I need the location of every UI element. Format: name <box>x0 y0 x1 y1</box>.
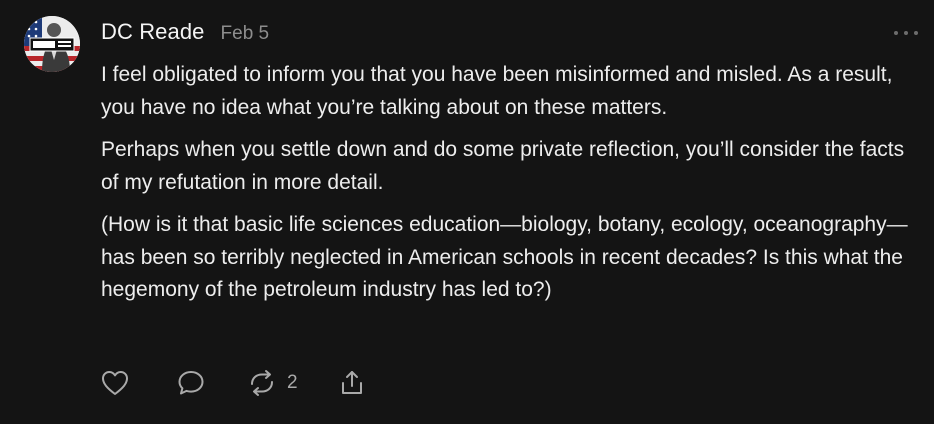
like-button[interactable] <box>101 370 129 396</box>
restack-count: 2 <box>287 372 298 393</box>
ellipsis-icon <box>894 31 898 35</box>
heart-icon <box>102 371 128 395</box>
restack-button[interactable]: 2 <box>247 369 298 397</box>
comment-paragraph: (How is it that basic life sciences educ… <box>101 213 908 301</box>
more-options-button[interactable] <box>894 26 918 40</box>
share-button[interactable] <box>338 369 366 397</box>
author-name[interactable]: DC Reade <box>101 19 205 45</box>
share-icon <box>341 371 362 394</box>
comment-actions: 2 <box>101 366 366 400</box>
avatar-image <box>24 16 80 72</box>
restack-arrows-icon <box>251 370 273 396</box>
comment: DC Reade Feb 5 I feel obligated to infor… <box>0 0 934 424</box>
avatar[interactable] <box>24 16 80 72</box>
comment-date[interactable]: Feb 5 <box>221 23 270 45</box>
ellipsis-icon <box>904 31 908 35</box>
comment-paragraph: I feel obligated to inform you that you … <box>101 63 893 119</box>
ellipsis-icon <box>914 31 918 35</box>
comment-header: DC Reade Feb 5 <box>101 19 269 45</box>
reply-button[interactable] <box>177 369 205 397</box>
comment-body: I feel obligated to inform you that you … <box>101 59 916 317</box>
speech-bubble-icon <box>178 371 204 395</box>
comment-paragraph: Perhaps when you settle down and do some… <box>101 138 905 194</box>
